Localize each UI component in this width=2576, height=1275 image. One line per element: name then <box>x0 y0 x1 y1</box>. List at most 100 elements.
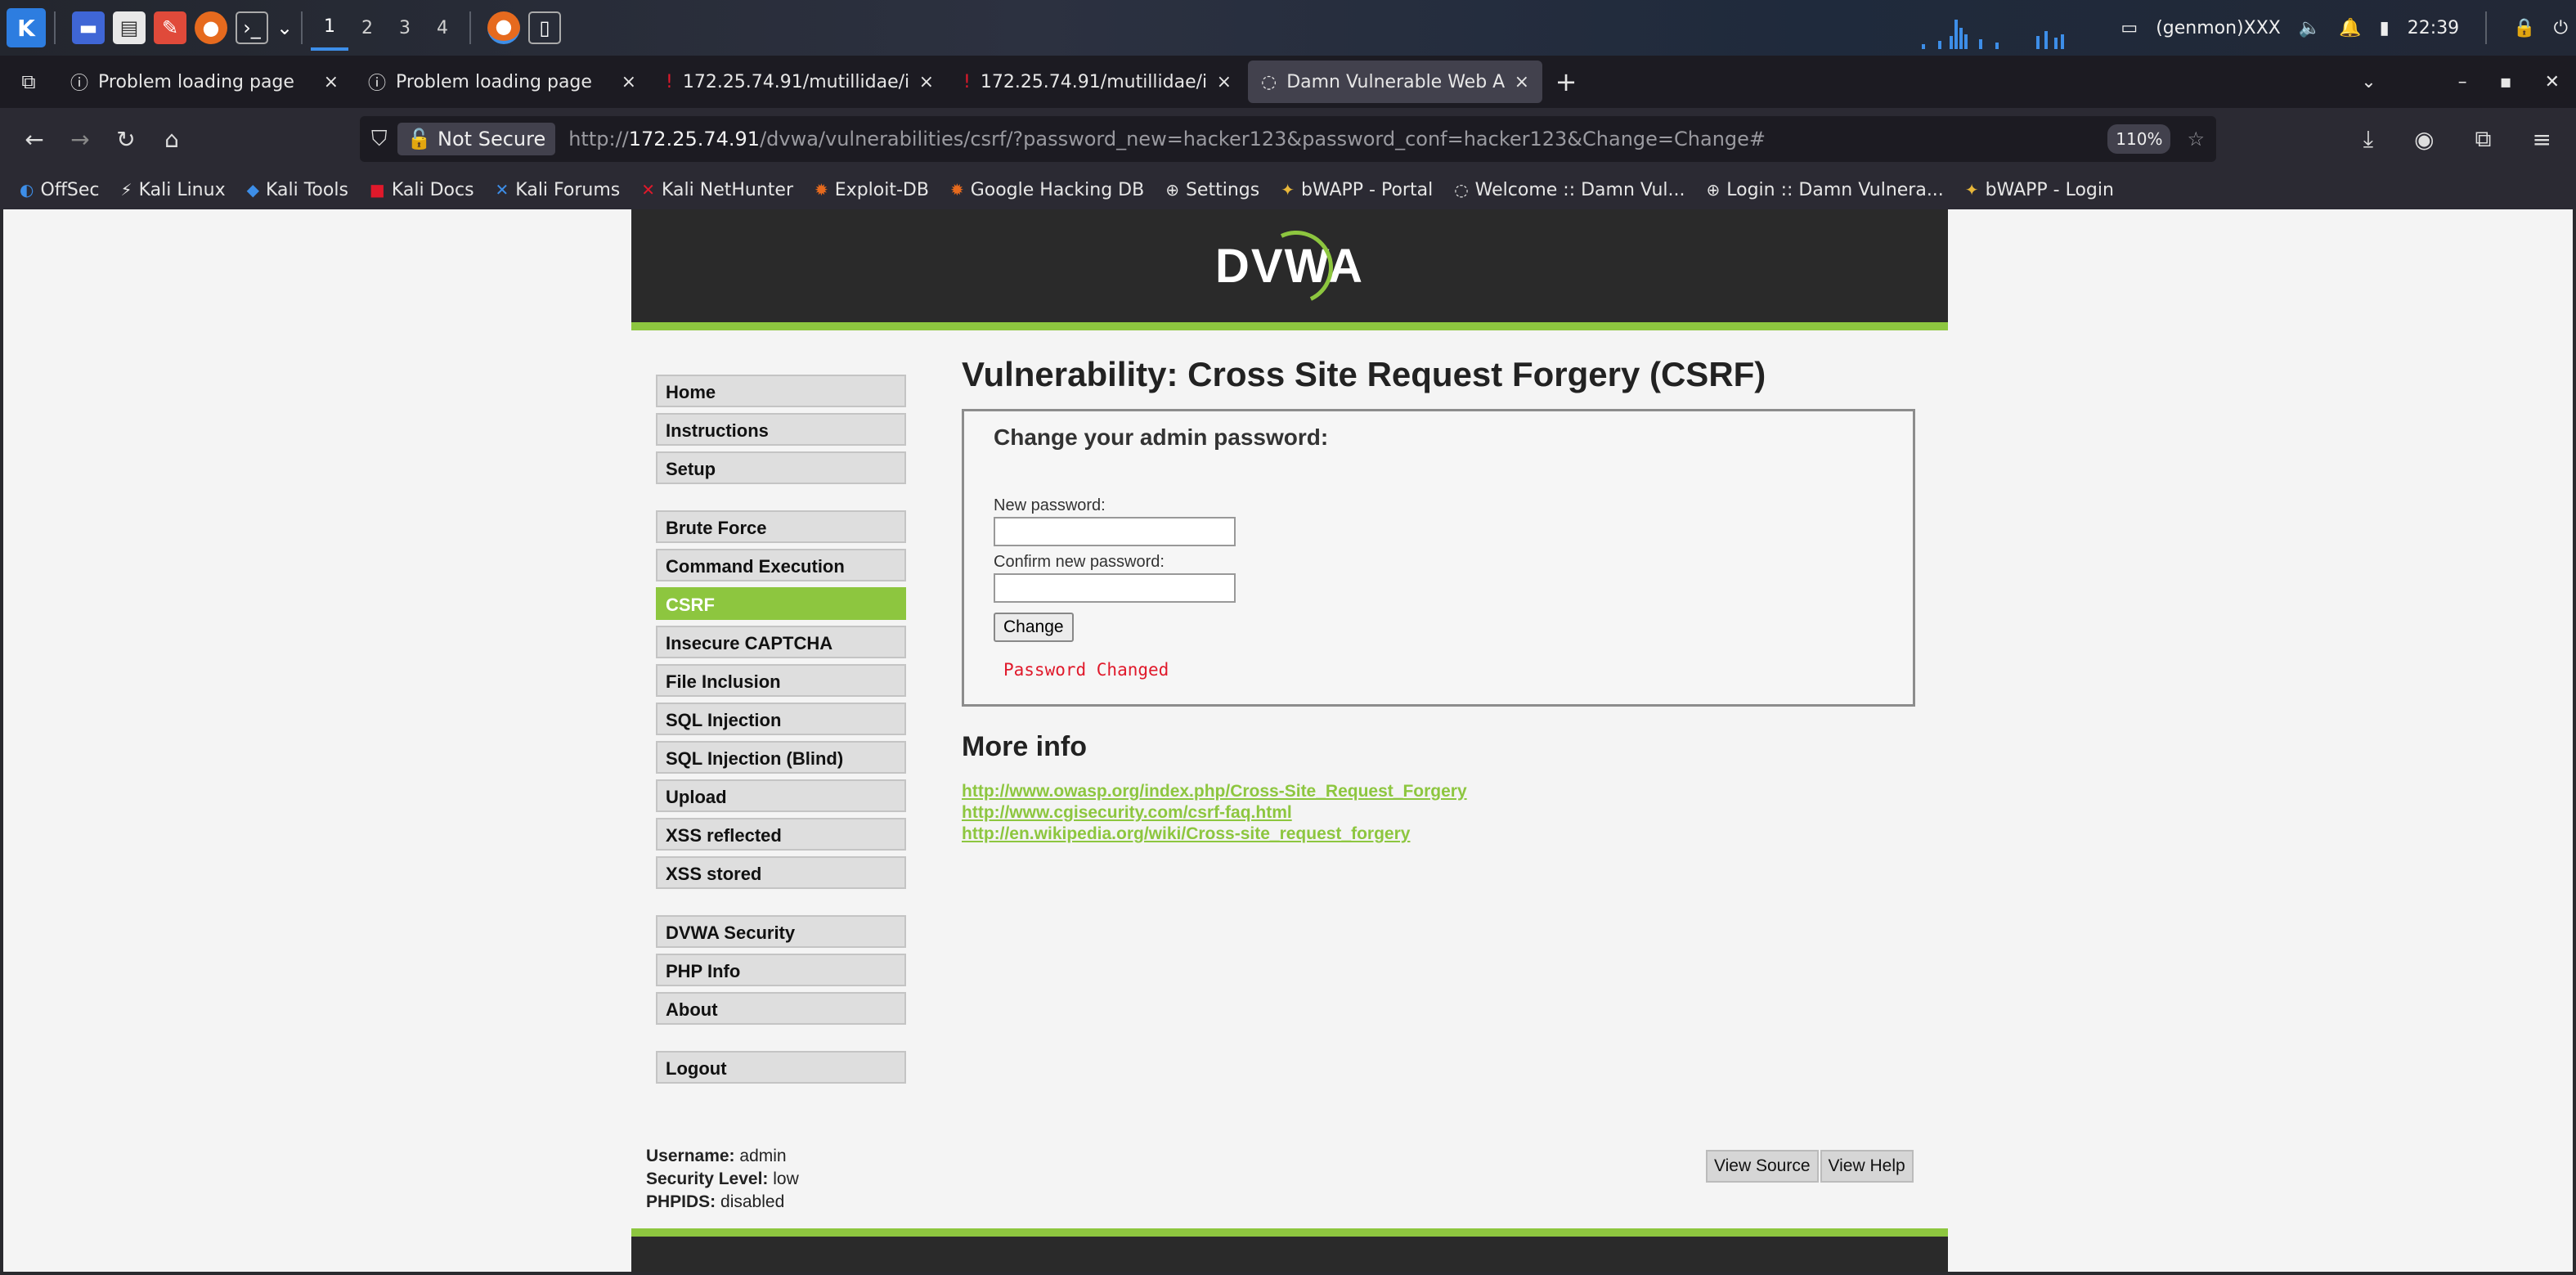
menu-command-execution[interactable]: Command Execution <box>656 549 906 581</box>
close-window-icon[interactable]: ✕ <box>2545 72 2560 92</box>
cgisecurity-csrf-link[interactable]: http://www.cgisecurity.com/csrf-faq.html <box>962 802 1927 824</box>
firefox-launcher-icon[interactable]: ● <box>195 11 227 44</box>
lock-icon[interactable]: 🔒 <box>2513 18 2535 38</box>
close-icon[interactable]: × <box>1217 72 1232 92</box>
menu-xss-reflected[interactable]: XSS reflected <box>656 818 906 851</box>
view-source-button[interactable]: View Source <box>1706 1150 1819 1183</box>
menu-upload[interactable]: Upload <box>656 779 906 812</box>
bookmark-settings[interactable]: ⊕ Settings <box>1165 180 1259 200</box>
extensions-icon[interactable]: ⧉ <box>2475 125 2492 153</box>
terminal-window-icon[interactable]: ▯ <box>528 11 561 44</box>
globe-icon: ⊕ <box>1706 180 1721 200</box>
bookmark-label: Google Hacking DB <box>970 179 1145 200</box>
close-icon[interactable]: × <box>919 72 934 92</box>
tab-mutillidae-1[interactable]: ! 172.25.74.91/mutillidae/in × <box>653 61 947 103</box>
account-icon[interactable]: ◉ <box>2414 126 2434 153</box>
text-editor-icon[interactable]: ✎ <box>154 11 186 44</box>
volume-icon[interactable]: 🔈 <box>2299 18 2321 38</box>
menu-setup[interactable]: Setup <box>656 451 906 484</box>
bookmark-bwapp-login[interactable]: ✦ bWAPP - Login <box>1965 180 2114 200</box>
power-icon[interactable]: ⏻ <box>2554 18 2568 38</box>
kali-menu-icon[interactable]: K <box>7 8 46 47</box>
bookmark-welcome-dvwa[interactable]: ◌ Welcome :: Damn Vul... <box>1454 180 1685 200</box>
close-icon[interactable]: × <box>622 72 636 92</box>
confirm-password-input[interactable] <box>994 573 1236 603</box>
security-level-value: low <box>773 1169 799 1188</box>
menu-about[interactable]: About <box>656 992 906 1025</box>
bookmark-star-icon[interactable]: ☆ <box>2187 128 2205 150</box>
chevron-down-icon[interactable]: ⌄ <box>276 11 293 44</box>
change-button[interactable]: Change <box>994 613 1074 642</box>
dvwa-icon: ◌ <box>1454 180 1469 200</box>
bookmark-label: Settings <box>1185 179 1260 200</box>
back-arrow-icon[interactable]: ← <box>11 126 57 153</box>
view-help-button[interactable]: View Help <box>1820 1150 1914 1183</box>
wikipedia-csrf-link[interactable]: http://en.wikipedia.org/wiki/Cross-site_… <box>962 824 1927 845</box>
maximize-icon[interactable]: ▪ <box>2500 72 2512 92</box>
menu-insecure-captcha[interactable]: Insecure CAPTCHA <box>656 626 906 658</box>
zoom-level-badge[interactable]: 110% <box>2107 124 2171 154</box>
url-bar[interactable]: ⛉ 🔓 Not Secure http://172.25.74.91/dvwa/… <box>360 116 2216 162</box>
username-row: Username: admin <box>646 1145 799 1168</box>
tab-problem-loading-2[interactable]: ⓘ Problem loading page × <box>355 61 649 103</box>
menu-file-inclusion[interactable]: File Inclusion <box>656 664 906 697</box>
menu-home[interactable]: Home <box>656 375 906 407</box>
desktop-icon[interactable]: ▬ <box>72 11 105 44</box>
terminal-launcher-icon[interactable]: ›_ <box>236 11 268 44</box>
tab-dvwa[interactable]: ◌ Damn Vulnerable Web Ap × <box>1248 61 1542 103</box>
url-text[interactable]: http://172.25.74.91/dvwa/vulnerabilities… <box>568 128 2107 150</box>
security-level-label: Security Level: <box>646 1169 769 1188</box>
bookmark-kali-tools[interactable]: ◆ Kali Tools <box>247 180 348 200</box>
tab-mutillidae-2[interactable]: ! 172.25.74.91/mutillidae/in × <box>950 61 1245 103</box>
new-password-input[interactable] <box>994 517 1236 546</box>
exploit-db-icon: ✹ <box>815 180 828 200</box>
menu-logout[interactable]: Logout <box>656 1051 906 1084</box>
home-icon[interactable]: ⌂ <box>149 126 195 153</box>
forward-arrow-icon[interactable]: → <box>57 126 103 153</box>
tab-problem-loading-1[interactable]: ⓘ Problem loading page × <box>57 61 352 103</box>
menu-sql-injection[interactable]: SQL Injection <box>656 703 906 735</box>
menu-icon[interactable]: ≡ <box>2533 126 2551 153</box>
close-icon[interactable]: × <box>324 72 339 92</box>
tab-label: Problem loading page <box>396 71 592 92</box>
menu-brute-force[interactable]: Brute Force <box>656 510 906 543</box>
file-manager-icon[interactable]: ▤ <box>113 11 146 44</box>
menu-sql-injection-blind[interactable]: SQL Injection (Blind) <box>656 741 906 774</box>
tracking-shield-icon[interactable]: ⛉ <box>371 127 388 152</box>
reload-icon[interactable]: ↻ <box>103 126 149 153</box>
workspace-2[interactable]: 2 <box>348 5 386 51</box>
workspace-4[interactable]: 4 <box>424 5 461 51</box>
bookmark-kali-forums[interactable]: ✕ Kali Forums <box>496 180 621 200</box>
bookmark-kali-linux[interactable]: ⚡ Kali Linux <box>121 180 226 200</box>
bookmark-exploit-db[interactable]: ✹ Exploit-DB <box>815 180 929 200</box>
workspace-3[interactable]: 3 <box>386 5 424 51</box>
menu-php-info[interactable]: PHP Info <box>656 954 906 986</box>
minimize-icon[interactable]: – <box>2458 72 2467 92</box>
clock[interactable]: 22:39 <box>2408 18 2459 38</box>
new-tab-button[interactable]: + <box>1546 66 1586 97</box>
menu-dvwa-security[interactable]: DVWA Security <box>656 915 906 948</box>
tab-overview-icon[interactable]: ⧉ <box>0 56 57 108</box>
bookmark-google-hacking-db[interactable]: ✹ Google Hacking DB <box>950 180 1144 200</box>
ghdb-icon: ✹ <box>949 180 964 200</box>
menu-xss-stored[interactable]: XSS stored <box>656 856 906 889</box>
menu-csrf[interactable]: CSRF <box>656 587 906 620</box>
browser-nav-bar: ← → ↻ ⌂ ⛉ 🔓 Not Secure http://172.25.74.… <box>0 108 2576 170</box>
bookmark-offsec[interactable]: ◐ OffSec <box>20 180 100 200</box>
bookmark-kali-nethunter[interactable]: ✕ Kali NetHunter <box>641 180 793 200</box>
workspace-1[interactable]: 1 <box>311 5 348 51</box>
menu-instructions[interactable]: Instructions <box>656 413 906 446</box>
firefox-window-icon[interactable]: ● <box>487 11 520 44</box>
info-icon: ⓘ <box>70 74 89 94</box>
close-icon[interactable]: × <box>1515 72 1529 92</box>
not-secure-badge[interactable]: 🔓 Not Secure <box>397 123 556 155</box>
taskbar-separator <box>54 11 56 44</box>
side-menu: Home Instructions Setup Brute Force Comm… <box>656 375 906 1110</box>
chevron-down-icon[interactable]: ⌄ <box>2361 72 2376 92</box>
owasp-csrf-link[interactable]: http://www.owasp.org/index.php/Cross-Sit… <box>962 781 1927 802</box>
bookmark-bwapp-portal[interactable]: ✦ bWAPP - Portal <box>1281 180 1433 200</box>
download-icon[interactable]: ⤓ <box>2363 125 2373 153</box>
notification-bell-icon[interactable]: 🔔 <box>2339 18 2361 38</box>
bookmark-login-dvwa[interactable]: ⊕ Login :: Damn Vulnera... <box>1706 180 1943 200</box>
bookmark-kali-docs[interactable]: ■ Kali Docs <box>370 180 474 200</box>
